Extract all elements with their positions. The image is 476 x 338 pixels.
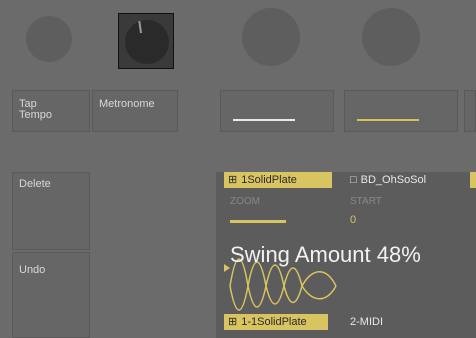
metronome-button[interactable]: Metronome bbox=[92, 90, 178, 132]
fader-2[interactable] bbox=[344, 90, 458, 132]
delete-button[interactable]: Delete bbox=[12, 172, 90, 250]
knob-4[interactable] bbox=[362, 8, 420, 66]
swing-knob[interactable] bbox=[125, 20, 169, 64]
fader-1[interactable] bbox=[220, 90, 334, 132]
tab-bd-ohsosol[interactable]: □ BD_OhSoSol bbox=[350, 172, 450, 188]
metronome-label: Metronome bbox=[99, 98, 155, 110]
selected-knob[interactable] bbox=[118, 13, 174, 69]
display-panel: ⊞ 1SolidPlate □ BD_OhSoSol ZOOM START 0 Sw… bbox=[216, 172, 476, 338]
bottom-tab-1-1solidplate[interactable]: ⊞ 1-1SolidPlate bbox=[224, 314, 328, 330]
zoom-label: ZOOM bbox=[230, 196, 260, 207]
square-icon: □ bbox=[350, 174, 357, 186]
tab-label: 1SolidPlate bbox=[241, 174, 297, 186]
zoom-slider[interactable] bbox=[230, 220, 286, 223]
tap-tempo-button[interactable]: Tap Tempo bbox=[12, 90, 90, 132]
undo-label: Undo bbox=[19, 264, 46, 276]
tab-label: BD_OhSoSol bbox=[360, 174, 427, 186]
fader-2-line bbox=[357, 119, 419, 121]
tap-tempo-label: Tap Tempo bbox=[19, 98, 53, 121]
grid-icon: ⊞ bbox=[228, 316, 238, 328]
swing-amount-overlay: Swing Amount 48% bbox=[230, 242, 421, 267]
fader-1-line bbox=[233, 119, 295, 121]
start-value: 0 bbox=[350, 214, 357, 226]
bottom-tab-2-midi[interactable]: 2-MIDI bbox=[350, 314, 440, 330]
tab-next[interactable] bbox=[470, 172, 476, 188]
undo-button[interactable]: Undo bbox=[12, 252, 90, 338]
grid-icon: ⊞ bbox=[228, 174, 238, 186]
tab-label: 1-1SolidPlate bbox=[241, 316, 307, 328]
knob-1[interactable] bbox=[26, 16, 72, 62]
knob-3[interactable] bbox=[242, 8, 300, 66]
start-label: START bbox=[350, 196, 382, 207]
tab-1solidplate[interactable]: ⊞ 1SolidPlate bbox=[224, 172, 332, 188]
tab-label: 2-MIDI bbox=[350, 316, 383, 328]
delete-label: Delete bbox=[19, 178, 51, 190]
fader-3[interactable] bbox=[464, 90, 476, 132]
